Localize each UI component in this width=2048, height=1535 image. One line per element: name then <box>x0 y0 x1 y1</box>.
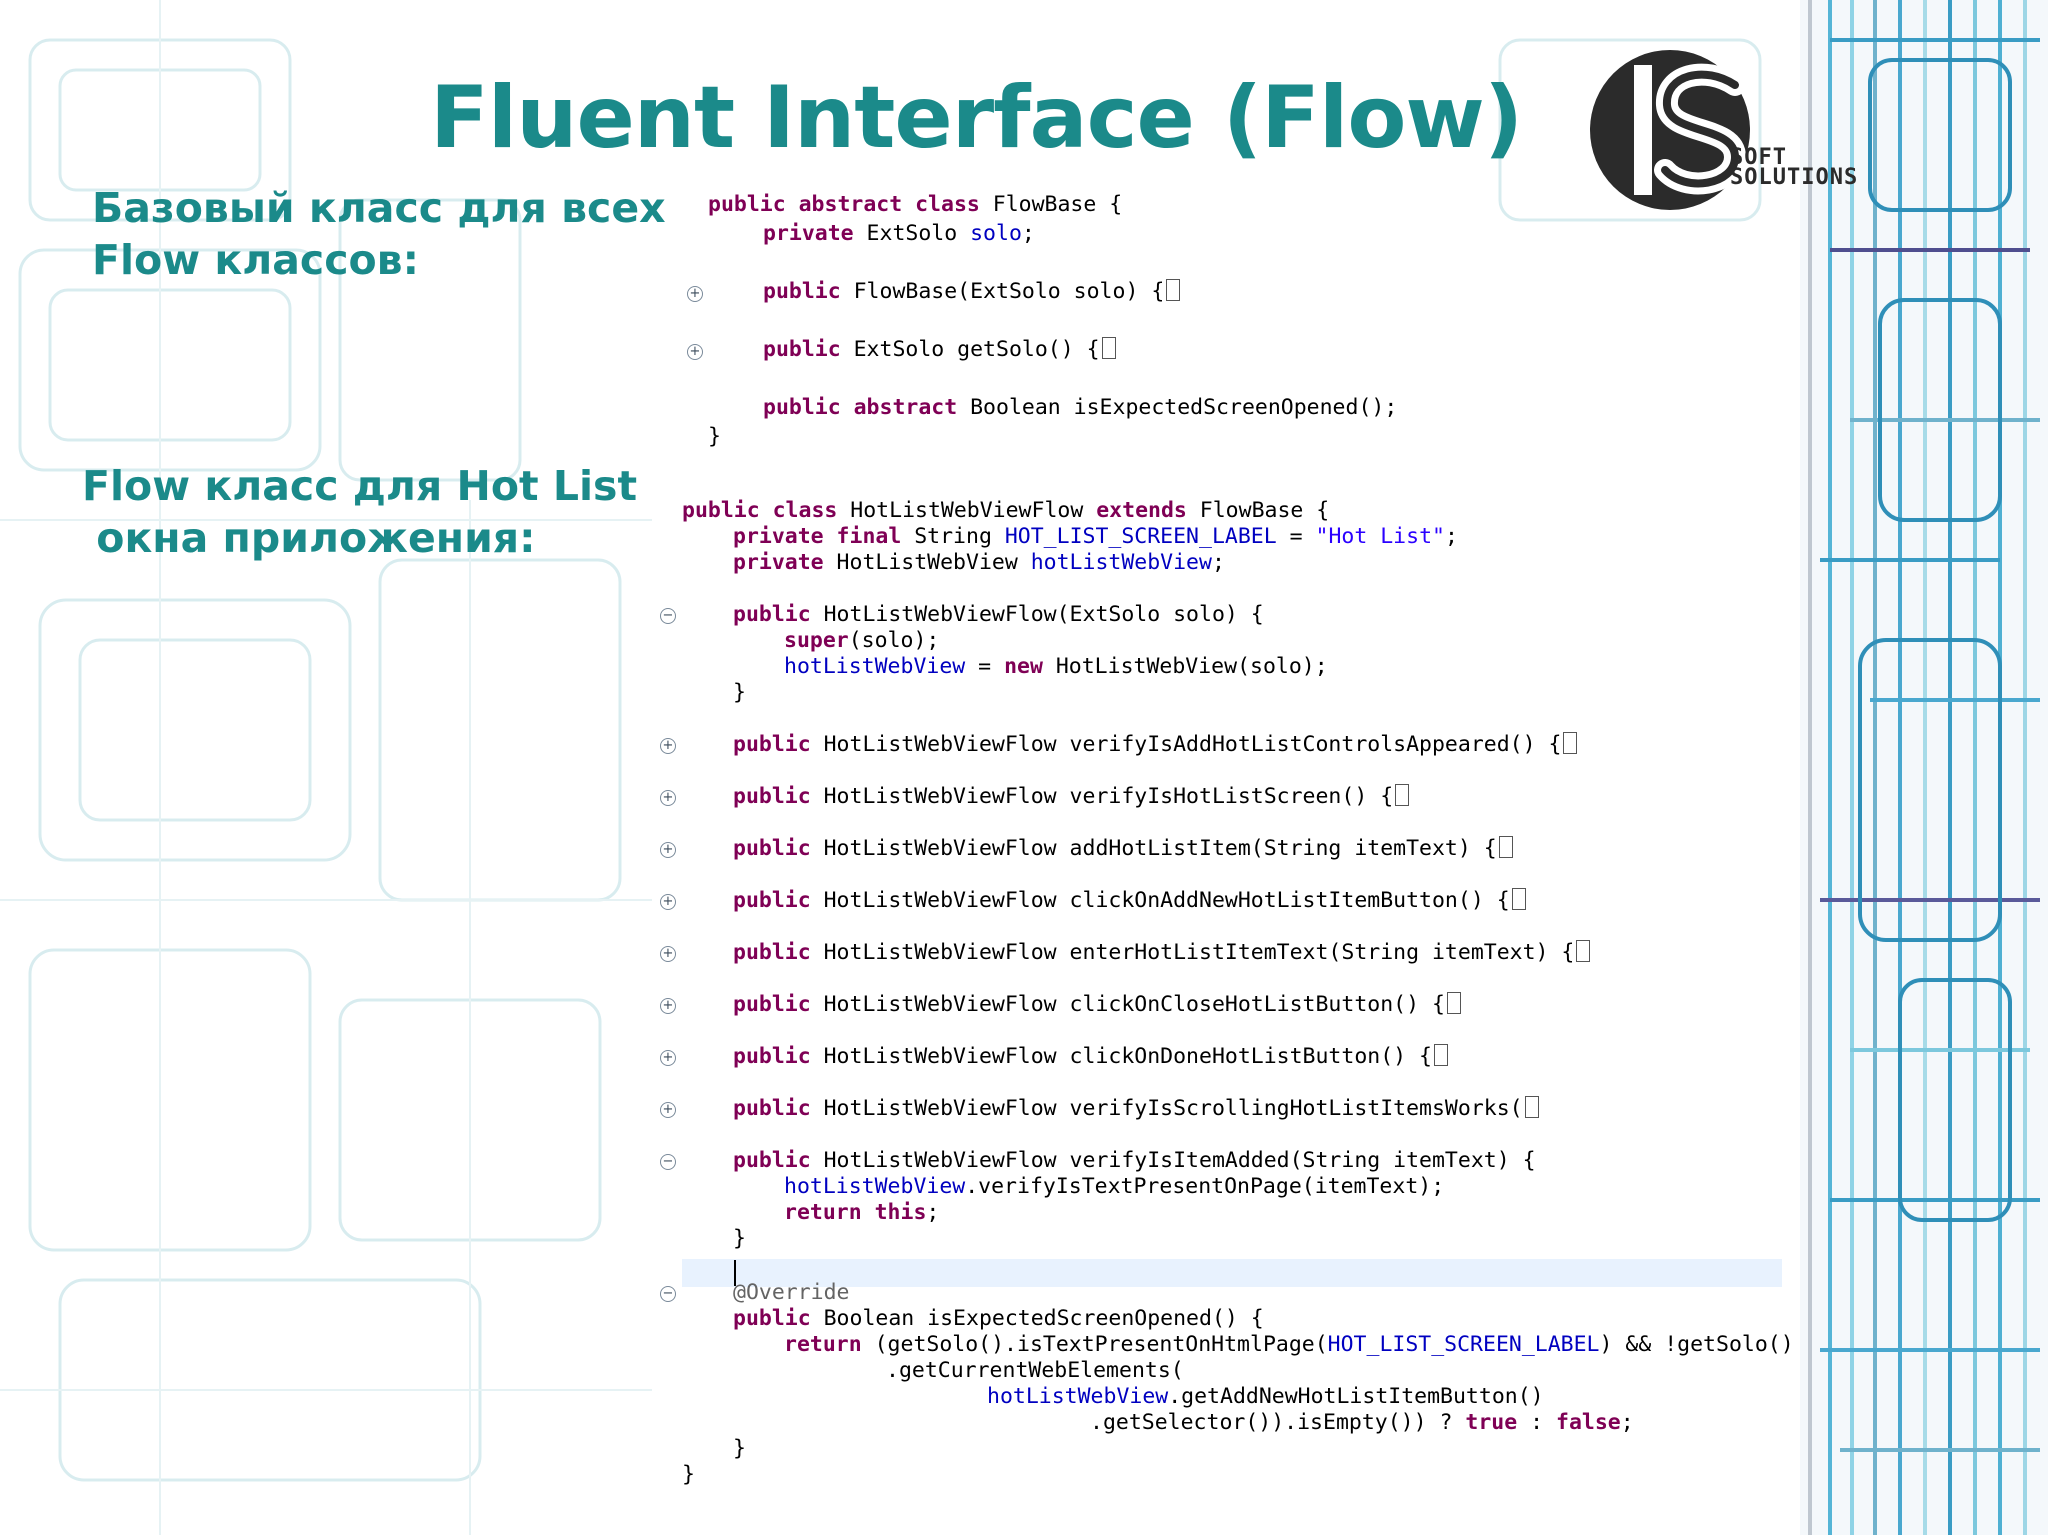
code-line: public ExtSolo getSolo() { <box>763 337 1116 363</box>
code-panel-flowbase: public abstract class FlowBase { private… <box>680 188 1450 460</box>
code-line: public HotListWebViewFlow clickOnCloseHo… <box>733 992 1461 1018</box>
code-line: } <box>682 1462 695 1487</box>
code-line: public HotListWebViewFlow verifyIsHotLis… <box>733 784 1410 810</box>
expand-icon[interactable]: + <box>660 1102 676 1118</box>
collapsed-block-icon[interactable] <box>1576 940 1591 962</box>
caption-base-line-2: Flow классов: <box>92 236 420 284</box>
code-line: public HotListWebViewFlow enterHotListIt… <box>733 940 1591 966</box>
collapsed-block-icon[interactable] <box>1395 784 1410 806</box>
code-line: super(solo); <box>784 628 940 653</box>
collapsed-block-icon[interactable] <box>1446 992 1461 1014</box>
code-line: return (getSolo().isTextPresentOnHtmlPag… <box>784 1332 1794 1357</box>
code-line: hotListWebView.verifyIsTextPresentOnPage… <box>784 1174 1445 1199</box>
code-line: public HotListWebViewFlow clickOnAddNewH… <box>733 888 1526 914</box>
collapsed-block-icon[interactable] <box>1511 888 1526 910</box>
collapse-icon[interactable]: − <box>660 608 676 624</box>
code-line: return this; <box>784 1200 940 1225</box>
expand-icon[interactable]: + <box>660 842 676 858</box>
code-line: } <box>708 424 721 449</box>
code-line: private final String HOT_LIST_SCREEN_LAB… <box>733 524 1458 549</box>
code-line: hotListWebView = new HotListWebView(solo… <box>784 654 1328 679</box>
expand-icon[interactable]: + <box>660 738 676 754</box>
code-line: hotListWebView.getAddNewHotListItemButto… <box>987 1384 1544 1409</box>
collapsed-block-icon[interactable] <box>1166 279 1181 301</box>
code-line: public HotListWebViewFlow verifyIsItemAd… <box>733 1148 1536 1173</box>
code-line: public abstract Boolean isExpectedScreen… <box>763 395 1398 420</box>
collapsed-block-icon[interactable] <box>1524 1096 1539 1118</box>
expand-icon[interactable]: + <box>660 998 676 1014</box>
code-line: public abstract class FlowBase { <box>708 192 1123 217</box>
code-line: } <box>733 1436 746 1461</box>
code-line: public HotListWebViewFlow verifyIsScroll… <box>733 1096 1539 1122</box>
caption-hotlist-class: Flow класс для Hot List окна приложения: <box>82 460 637 564</box>
code-line: @Override <box>733 1280 850 1305</box>
code-line: public class HotListWebViewFlow extends … <box>682 498 1330 523</box>
code-line: .getCurrentWebElements( <box>886 1358 1184 1383</box>
expand-icon[interactable]: + <box>660 1050 676 1066</box>
code-line: private ExtSolo solo; <box>763 221 1035 246</box>
code-panel-hotlist: public class HotListWebViewFlow extends … <box>652 498 1794 1528</box>
code-line: public HotListWebViewFlow addHotListItem… <box>733 836 1513 862</box>
caption-base-line-1: Базовый класс для всех <box>92 184 666 232</box>
collapsed-block-icon[interactable] <box>1434 1044 1448 1066</box>
caption-base-class: Базовый класс для всех Flow классов: <box>92 182 666 286</box>
expand-icon[interactable]: + <box>660 790 676 806</box>
code-line: } <box>733 680 746 705</box>
collapsed-block-icon[interactable] <box>1498 836 1513 858</box>
code-line: public HotListWebViewFlow(ExtSolo solo) … <box>733 602 1264 627</box>
collapsed-block-icon[interactable] <box>1101 337 1116 359</box>
code-line: public Boolean isExpectedScreenOpened() … <box>733 1306 1264 1331</box>
code-line: public HotListWebViewFlow clickOnDoneHot… <box>733 1044 1448 1070</box>
code-line: private HotListWebView hotListWebView; <box>733 550 1225 575</box>
code-line: public FlowBase(ExtSolo solo) { <box>763 279 1181 305</box>
expand-icon[interactable]: + <box>687 344 703 360</box>
collapse-icon[interactable]: − <box>660 1154 676 1170</box>
collapse-icon[interactable]: − <box>660 1286 676 1302</box>
caption-hotlist-line-1: Flow класс для Hot List <box>82 462 638 510</box>
code-line: .getSelector()).isEmpty()) ? true : fals… <box>1090 1410 1634 1435</box>
slide-title: Fluent Interface (Flow) <box>430 68 1523 168</box>
logo-text-solutions: SOLUTIONS <box>1730 165 1859 190</box>
expand-icon[interactable]: + <box>660 894 676 910</box>
expand-icon[interactable]: + <box>687 286 703 302</box>
caption-hotlist-line-2: окна приложения: <box>82 514 536 562</box>
code-line: public HotListWebViewFlow verifyIsAddHot… <box>733 732 1578 758</box>
expand-icon[interactable]: + <box>660 946 676 962</box>
code-line: } <box>733 1226 746 1251</box>
collapsed-block-icon[interactable] <box>1563 732 1578 754</box>
company-logo: SOFT SOLUTIONS <box>1585 45 1915 215</box>
